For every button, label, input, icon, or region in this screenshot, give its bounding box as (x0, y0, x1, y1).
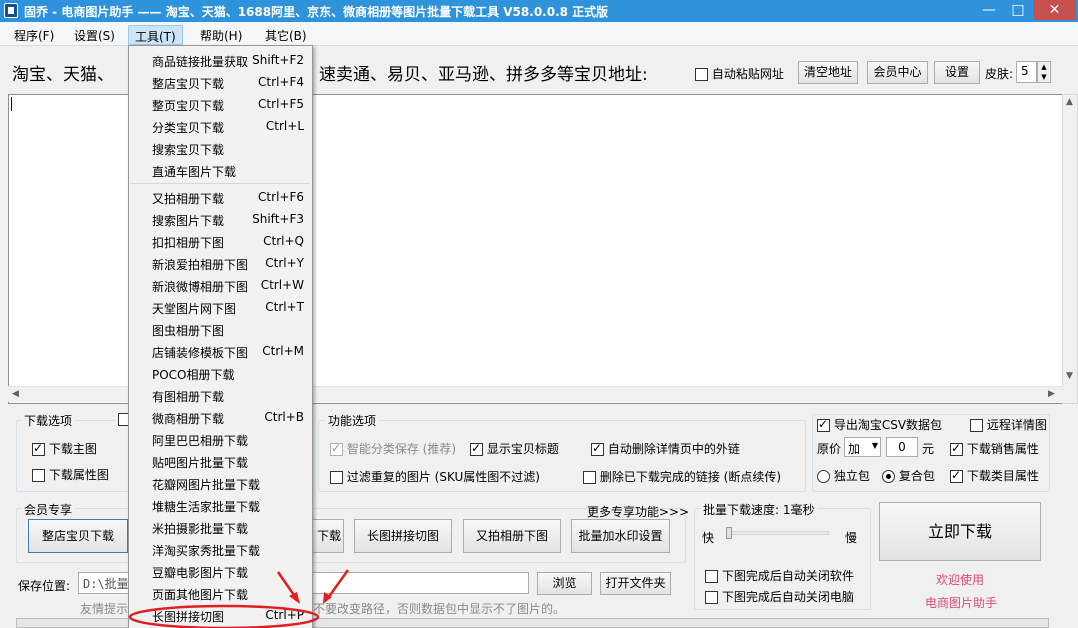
annotation-overlay (128, 569, 350, 628)
annotation-arrow-2 (326, 569, 350, 599)
annotation-ellipse (128, 604, 320, 628)
annotation-arrowhead-1 (289, 592, 300, 604)
